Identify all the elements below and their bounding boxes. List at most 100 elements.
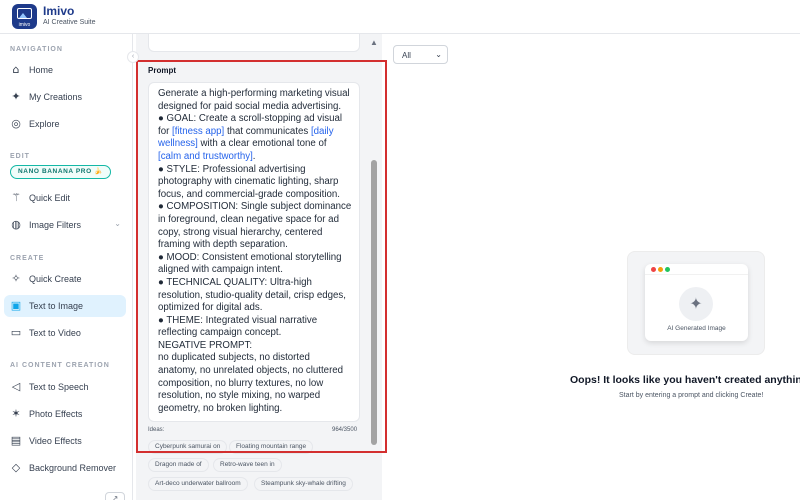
sidebar-item-home[interactable]: ⌂ Home	[4, 59, 126, 81]
sidebar-item-quick-create[interactable]: ✧ Quick Create	[4, 268, 126, 290]
prompt-text: in foreground, clean negative space for …	[158, 213, 339, 225]
prompt-text: copy, strong visual hierarchy, centered	[158, 226, 323, 238]
prompt-placeholder-token: wellness]	[158, 138, 198, 150]
sidebar-item-label: Quick Create	[29, 274, 82, 284]
sidebar-collapse-toggle[interactable]: ‹	[127, 51, 139, 63]
prompt-line: ● TECHNICAL QUALITY: Ultra-high	[158, 277, 351, 290]
prompt-text: that communicates	[224, 125, 311, 137]
prompt-line: photography with cinematic lighting, sha…	[158, 176, 351, 189]
section-create: CREATE	[10, 255, 45, 262]
idea-chip[interactable]: Art-deco underwater ballroom	[148, 477, 248, 491]
prompt-label: Prompt	[148, 66, 176, 75]
prompt-text: ● STYLE: Professional advertising	[158, 163, 306, 175]
film-icon: ▤	[10, 434, 22, 447]
sidebar-item-video-effects[interactable]: ▤ Video Effects	[4, 430, 126, 452]
prompt-line: [calm and trustworthy].	[158, 151, 351, 164]
sidebar-item-label: Explore	[29, 119, 60, 129]
prompt-text: reflecting campaign concept.	[158, 327, 282, 339]
prompt-textarea[interactable]: Generate a high-performing marketing vis…	[148, 82, 360, 422]
prompt-line: designed for paid social media advertisi…	[158, 101, 351, 114]
prompt-line: ● GOAL: Create a scroll-stopping ad visu…	[158, 113, 351, 126]
prompt-line: Generate a high-performing marketing vis…	[158, 88, 351, 101]
ideas-label: Ideas:	[148, 427, 165, 433]
section-ai-content-creation: AI CONTENT CREATION	[10, 362, 110, 369]
sidebar-item-image-filters[interactable]: ◍ Image Filters ⌄	[4, 214, 126, 236]
gallery-filter-select[interactable]: All ⌄	[393, 45, 448, 64]
prompt-text: aligned with campaign intent.	[158, 264, 283, 276]
idea-chip[interactable]: Cyberpunk samurai on	[148, 440, 228, 454]
idea-chip[interactable]: Retro-wave teen in	[213, 458, 282, 472]
sidebar-item-text-to-speech[interactable]: ◁ Text to Speech	[4, 376, 126, 398]
prompt-panel: Prompt Generate a high-performing market…	[136, 34, 382, 500]
sidebar-item-label: Quick Edit	[29, 193, 71, 203]
window-dot-yellow	[658, 267, 663, 272]
app-name: Imivo	[43, 4, 75, 18]
empty-state-window: ✦ AI Generated Image	[645, 264, 748, 341]
compass-icon: ◎	[11, 117, 21, 130]
window-dot-green	[665, 267, 670, 272]
scrollbar-thumb[interactable]	[371, 160, 377, 445]
sidebar-item-label: Home	[29, 65, 54, 75]
sidebar-item-label: Text to Speech	[29, 382, 89, 392]
prompt-line: aligned with campaign intent.	[158, 264, 351, 277]
sidebar-item-text-to-video[interactable]: ▭ Text to Video	[4, 322, 126, 344]
scroll-up-arrow-icon[interactable]: ▲	[370, 38, 378, 47]
prompt-text: NEGATIVE PROMPT:	[158, 339, 253, 351]
sidebar-item-explore[interactable]: ◎ Explore	[4, 113, 126, 135]
prompt-line: anatomy, no unrelated objects, no clutte…	[158, 365, 351, 378]
eraser-icon: ◇	[11, 461, 21, 474]
palette-icon: ◍	[11, 218, 21, 231]
logo-wordmark: imivo	[18, 22, 31, 28]
app-logo[interactable]: imivo	[12, 4, 37, 29]
prompt-text: with a clear emotional tone of	[197, 138, 327, 150]
sidebar-item-quick-edit[interactable]: ⚚ Quick Edit	[4, 187, 126, 209]
sidebar-share-button[interactable]: ↗	[105, 492, 125, 500]
app-subtitle: AI Creative Suite	[43, 19, 96, 26]
prompt-text: ● GOAL: Create a scroll-stopping ad visu…	[158, 113, 343, 125]
prompt-line: copy, strong visual hierarchy, centered	[158, 227, 351, 240]
prompt-line: composition, no blurry textures, no low	[158, 378, 351, 391]
sidebar-item-label: Video Effects	[29, 436, 82, 446]
sidebar-item-label: Text to Video	[29, 328, 81, 338]
sidebar-item-photo-effects[interactable]: ✶ Photo Effects	[4, 403, 126, 425]
previous-card	[148, 34, 360, 52]
prompt-line: ● COMPOSITION: Single subject dominance	[158, 201, 351, 214]
sidebar-item-label: Background Remover	[29, 463, 117, 473]
sidebar-item-label: Image Filters	[29, 220, 82, 230]
prompt-text: resolution, studio-quality detail, crisp…	[158, 289, 346, 301]
sidebar-item-label: My Creations	[29, 92, 83, 102]
prompt-line: ● THEME: Integrated visual narrative	[158, 315, 351, 328]
video-icon: ▭	[10, 326, 22, 339]
sidebar-item-background-remover[interactable]: ◇ Background Remover	[4, 457, 126, 479]
prompt-text: ● THEME: Integrated visual narrative	[158, 314, 318, 326]
empty-state-subtitle: Start by entering a prompt and clicking …	[619, 392, 764, 399]
prompt-text: Generate a high-performing marketing vis…	[158, 88, 350, 99]
prompt-line: NEGATIVE PROMPT:	[158, 340, 351, 353]
idea-chip[interactable]: Dragon made of	[148, 458, 209, 472]
sidebar-item-text-to-image[interactable]: ▣ Text to Image	[4, 295, 126, 317]
empty-state-title: Oops! It looks like you haven't created …	[570, 374, 800, 386]
prompt-line: resolution, no style mixing, no warped	[158, 390, 351, 403]
idea-chip[interactable]: Steampunk sky-whale drifting	[254, 477, 353, 491]
prompt-line: ● MOOD: Consistent emotional storytellin…	[158, 252, 351, 265]
prompt-text: ● COMPOSITION: Single subject dominance	[158, 201, 352, 213]
prompt-line: optimized for digital ads.	[158, 302, 351, 315]
prompt-text: framing with depth separation.	[158, 239, 288, 251]
prompt-text: no duplicated subjects, no distorted	[158, 352, 310, 364]
prompt-placeholder-token: [daily	[310, 125, 334, 137]
prompt-line: reflecting campaign concept.	[158, 327, 351, 340]
app-header: imivo Imivo AI Creative Suite	[0, 0, 800, 34]
prompt-text: geometry, no broken lighting.	[158, 402, 283, 414]
prompt-line: geometry, no broken lighting.	[158, 403, 351, 416]
speaker-icon: ◁	[11, 380, 21, 393]
idea-chip[interactable]: Floating mountain range	[229, 440, 314, 454]
prompt-line: focus, and commercial-grade composition.	[158, 189, 351, 202]
image-edit-icon: ▣	[10, 299, 22, 312]
prompt-line: wellness] with a clear emotional tone of	[158, 138, 351, 151]
section-navigation: NAVIGATION	[10, 46, 63, 53]
sidebar-item-my-creations[interactable]: ✦ My Creations	[4, 86, 126, 108]
nano-banana-pro-badge[interactable]: NANO BANANA PRO 🍌	[10, 165, 111, 179]
prompt-line: framing with depth separation.	[158, 239, 351, 252]
magic-wand-icon: ⚚	[11, 191, 21, 204]
prompt-line: no duplicated subjects, no distorted	[158, 352, 351, 365]
